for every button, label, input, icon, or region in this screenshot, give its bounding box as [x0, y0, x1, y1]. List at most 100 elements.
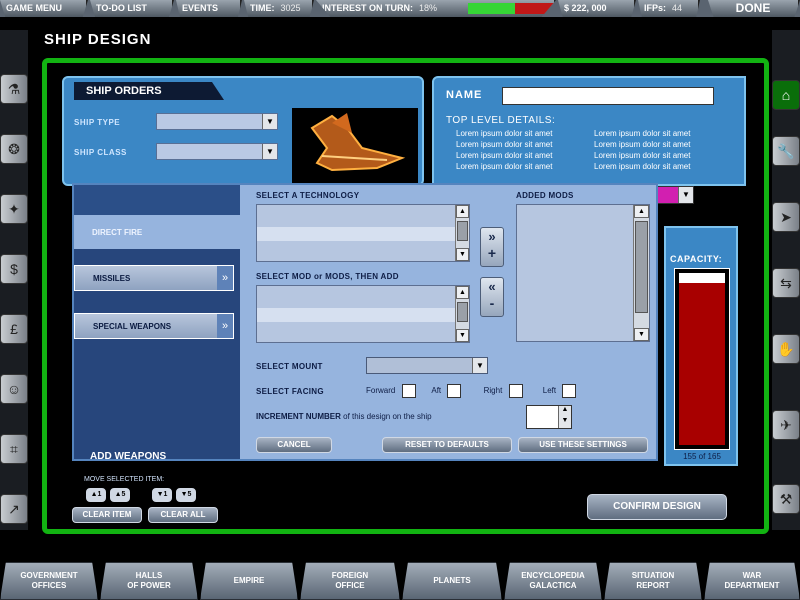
remove-mod-button[interactable]: «-: [480, 277, 504, 317]
list-item[interactable]: [257, 308, 455, 322]
facing-right-checkbox[interactable]: [508, 384, 523, 398]
technology-scrollbar[interactable]: ▲ ▼: [455, 205, 469, 261]
add-mod-button[interactable]: » +: [480, 227, 504, 267]
stepper-up-icon[interactable]: ▲: [558, 406, 571, 417]
select-facing-label: SELECT FACING: [256, 387, 324, 396]
confirm-design-button[interactable]: CONFIRM DESIGN: [587, 494, 727, 520]
color-select[interactable]: ▼: [656, 186, 694, 204]
move-down-1-button[interactable]: ▼1: [152, 488, 172, 502]
capacity-panel: CAPACITY: 155 of 165: [664, 226, 738, 466]
ship-type-select[interactable]: ▼: [156, 113, 278, 130]
tab-special-weapons[interactable]: SPECIAL WEAPONS »: [74, 313, 234, 339]
dollar-icon[interactable]: $: [0, 254, 28, 284]
scroll-up-icon[interactable]: ▲: [456, 205, 469, 218]
scroll-thumb[interactable]: [457, 221, 468, 241]
nav-label: HALLS: [135, 571, 163, 580]
facing-forward-checkbox[interactable]: [401, 384, 416, 398]
todo-list-button[interactable]: TO-DO LIST: [90, 0, 174, 17]
nav-empire[interactable]: EMPIRE: [200, 562, 298, 600]
globe-icon[interactable]: ❂: [0, 134, 28, 164]
nav-label: GOVERNMENT: [20, 571, 78, 580]
game-menu-button[interactable]: GAME MENU: [0, 0, 88, 17]
hand-icon[interactable]: ✋: [772, 334, 800, 364]
events-button[interactable]: EVENTS: [176, 0, 242, 17]
detail-line: Lorem ipsum dolor sit amet: [594, 162, 691, 171]
clear-all-button[interactable]: CLEAR ALL: [148, 507, 218, 523]
scroll-down-icon[interactable]: ▼: [456, 248, 469, 261]
scroll-up-icon[interactable]: ▲: [456, 286, 469, 299]
reset-defaults-button[interactable]: RESET TO DEFAULTS: [382, 437, 512, 453]
scroll-up-icon[interactable]: ▲: [634, 205, 649, 218]
mount-select[interactable]: ▼: [366, 357, 488, 374]
nav-war-department[interactable]: WAR DEPARTMENT: [704, 562, 800, 600]
nav-foreign-office[interactable]: FOREIGN OFFICE: [300, 562, 400, 600]
facing-aft-label: Aft: [431, 386, 442, 396]
nav-label: EMPIRE: [233, 576, 265, 585]
name-input[interactable]: [502, 87, 714, 105]
capacity-text: 155 of 165: [683, 452, 721, 461]
scroll-thumb[interactable]: [635, 221, 648, 313]
nav-label: FOREIGN: [331, 571, 369, 580]
wrench-icon[interactable]: 🔧: [772, 136, 800, 166]
fighter-icon[interactable]: ✈: [772, 410, 800, 440]
page-title: SHIP DESIGN: [44, 31, 152, 48]
ship-class-select[interactable]: ▼: [156, 143, 278, 160]
capacity-bar-fill: [679, 283, 725, 445]
tab-missiles[interactable]: MISSILES »: [74, 265, 234, 291]
tab-missiles-label: MISSILES: [93, 274, 131, 283]
move-up-1-button[interactable]: ▲1: [86, 488, 106, 502]
nav-encyclopedia-galactica[interactable]: ENCYCLOPEDIA GALACTICA: [504, 562, 602, 600]
facing-aft-checkbox[interactable]: [447, 384, 462, 398]
tab-direct-fire[interactable]: DIRECT FIRE: [74, 215, 240, 249]
use-settings-button[interactable]: USE THESE SETTINGS: [518, 437, 648, 453]
mod-list[interactable]: ▲ ▼: [256, 285, 470, 343]
cancel-button[interactable]: CANCEL: [256, 437, 332, 453]
active-tab-icon[interactable]: ⌂: [772, 80, 800, 110]
chevron-down-icon: ▼: [472, 358, 487, 373]
increment-label: INCREMENT NUMBER of this design on the s…: [256, 412, 432, 421]
facing-options: Forward Aft Right Left: [366, 384, 577, 398]
technology-list[interactable]: ▲ ▼: [256, 204, 470, 262]
pound-icon[interactable]: £: [0, 314, 28, 344]
list-item[interactable]: [257, 227, 455, 241]
nav-label: GALACTICA: [529, 581, 577, 590]
nav-planets[interactable]: PLANETS: [402, 562, 502, 600]
clear-item-button[interactable]: CLEAR ITEM: [72, 507, 142, 523]
scroll-thumb[interactable]: [457, 302, 468, 322]
bird-icon[interactable]: ✦: [0, 194, 28, 224]
ifps-value: 44: [672, 3, 683, 13]
added-mods-scrollbar[interactable]: ▲ ▼: [633, 205, 649, 341]
nav-halls-of-power[interactable]: HALLS OF POWER: [100, 562, 198, 600]
mod-scrollbar[interactable]: ▲ ▼: [455, 286, 469, 342]
scroll-down-icon[interactable]: ▼: [634, 328, 649, 341]
flask-icon[interactable]: ⚗: [0, 74, 28, 104]
nav-label: PLANETS: [433, 576, 471, 585]
capacity-label: CAPACITY:: [670, 254, 723, 264]
chart-icon[interactable]: ↗: [0, 494, 28, 524]
money-display: $ 222, 000: [558, 0, 636, 17]
ship-icon[interactable]: ➤: [772, 202, 800, 232]
structure-icon[interactable]: ⌗: [0, 434, 28, 464]
detail-line: Lorem ipsum dolor sit amet: [456, 162, 553, 171]
scroll-down-icon[interactable]: ▼: [456, 329, 469, 342]
chevron-right-icon: »: [217, 266, 233, 290]
done-button[interactable]: DONE: [708, 0, 800, 17]
nav-situation-report[interactable]: SITUATION REPORT: [604, 562, 702, 600]
added-mods-list[interactable]: ▲ ▼: [516, 204, 650, 342]
interest-label: INTEREST ON TURN:: [322, 3, 413, 13]
chevron-down-icon: ▼: [262, 114, 277, 129]
tab-special-weapons-label: SPECIAL WEAPONS: [93, 322, 172, 331]
interest-value: 18%: [419, 3, 438, 13]
people-icon[interactable]: ☺: [0, 374, 28, 404]
left-sidebar: ⚗ ❂ ✦ $ £ ☺ ⌗ ↗: [0, 30, 28, 530]
arrows-icon[interactable]: ⇆: [772, 268, 800, 298]
nav-government-offices[interactable]: GOVERNMENT OFFICES: [0, 562, 98, 600]
nav-label: ENCYCLOPEDIA: [521, 571, 585, 580]
tools-icon[interactable]: ⚒: [772, 484, 800, 514]
select-technology-label: SELECT A TECHNOLOGY: [256, 191, 360, 200]
move-up-5-button[interactable]: ▲5: [110, 488, 130, 502]
move-down-5-button[interactable]: ▼5: [176, 488, 196, 502]
stepper-down-icon[interactable]: ▼: [558, 417, 571, 428]
facing-left-checkbox[interactable]: [562, 384, 577, 398]
increment-stepper[interactable]: ▲ ▼: [526, 405, 572, 429]
